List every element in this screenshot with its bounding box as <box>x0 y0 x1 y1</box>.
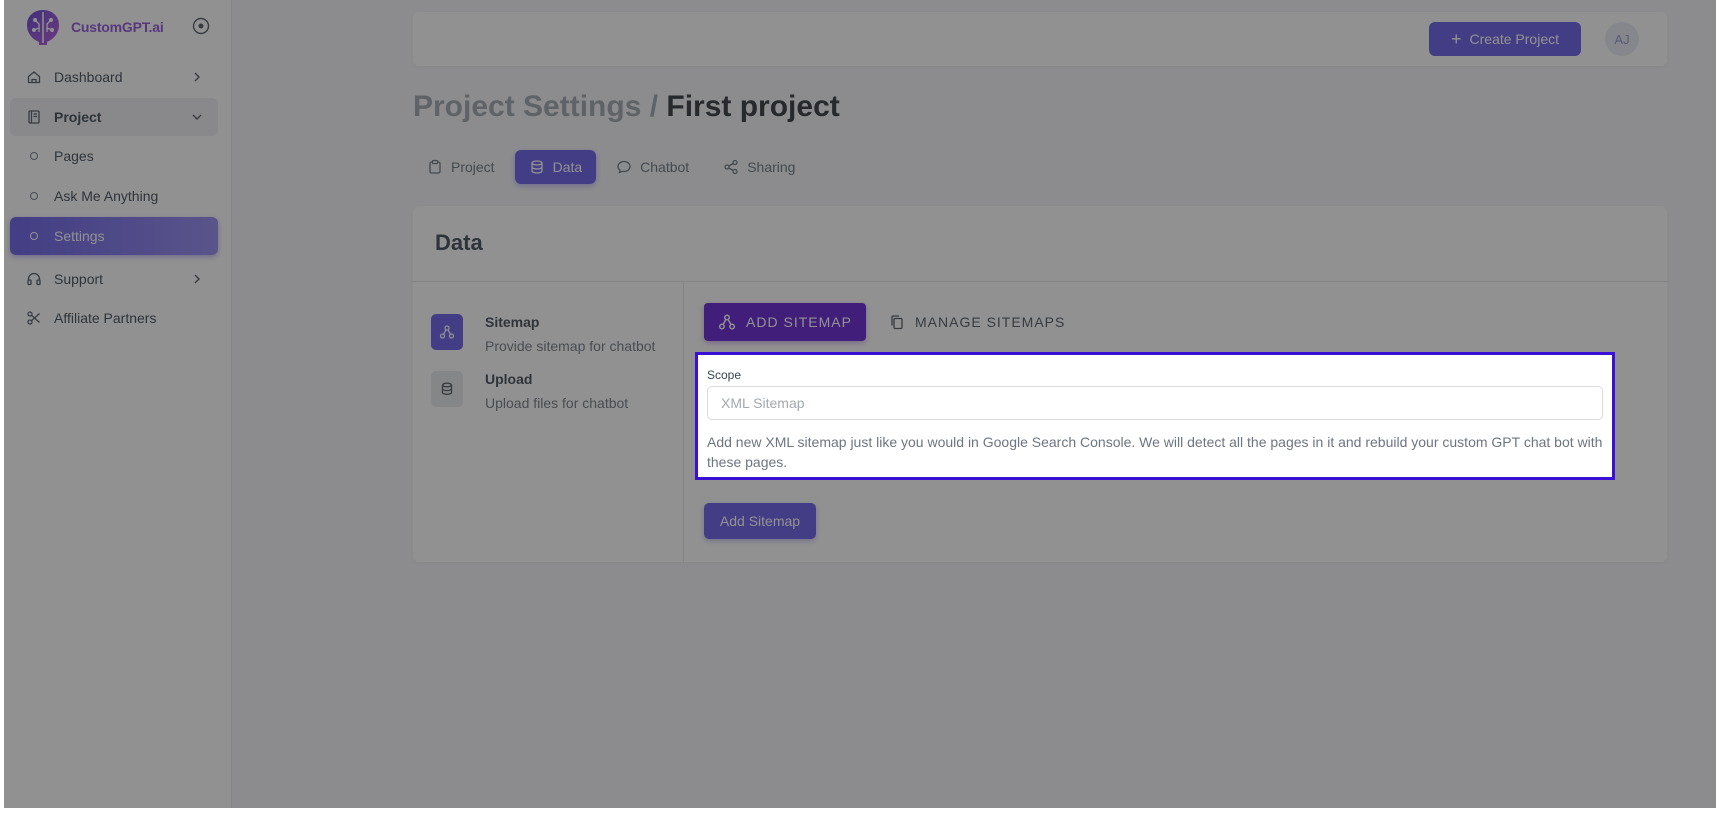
create-project-label: Create Project <box>1469 31 1559 47</box>
database-icon <box>530 160 543 174</box>
page-title: Project Settings / First project <box>413 90 840 124</box>
tab-chatbot[interactable]: Chatbot <box>602 150 703 184</box>
top-navbar: + Create Project AJ <box>413 12 1667 66</box>
option-upload[interactable]: Upload Upload files for chatbot <box>431 371 628 411</box>
sidebar-item-label: Support <box>54 271 104 287</box>
add-sitemap-tab[interactable]: ADD SITEMAP <box>704 303 866 341</box>
option-description: Upload files for chatbot <box>485 395 629 411</box>
sidebar-item-pages[interactable]: Pages <box>10 137 218 175</box>
tab-label: Project <box>451 159 495 175</box>
sidebar-item-label: Settings <box>54 228 105 244</box>
tab-data[interactable]: Data <box>514 150 597 184</box>
sitemap-icon <box>719 314 736 330</box>
sidebar-item-affiliate-partners[interactable]: Affiliate Partners <box>10 299 218 337</box>
app-window: CustomGPT.ai Dashboard Project Pages Ask… <box>4 0 1716 808</box>
headset-icon <box>26 271 42 287</box>
plus-icon: + <box>1451 29 1462 49</box>
option-title: Upload <box>485 371 533 387</box>
sidebar-item-label: Affiliate Partners <box>54 310 157 326</box>
chevron-right-icon <box>194 72 200 82</box>
sidebar-item-label: Ask Me Anything <box>54 188 159 204</box>
sidebar-item-settings[interactable]: Settings <box>10 217 218 255</box>
brain-logo-icon <box>27 10 59 45</box>
manage-sitemaps-tab[interactable]: MANAGE SITEMAPS <box>889 303 1065 341</box>
settings-tabs: Project Data Chatbot Sharing <box>413 150 809 184</box>
tab-label: Data <box>552 159 583 175</box>
scope-label: Scope <box>707 368 742 382</box>
share-icon <box>724 159 738 175</box>
scope-field-highlight: Scope Add new XML sitemap just like you … <box>695 352 1615 480</box>
scope-help-text: Add new XML sitemap just like you would … <box>707 434 1603 470</box>
sidebar-item-dashboard[interactable]: Dashboard <box>10 58 218 96</box>
sidebar-item-label: Project <box>54 109 102 125</box>
option-sitemap[interactable]: Sitemap Provide sitemap for chatbot <box>431 314 655 354</box>
card-divider <box>413 281 1667 282</box>
highlight-layer: Scope Add new XML sitemap just like you … <box>4 0 1716 808</box>
option-title: Sitemap <box>485 314 540 330</box>
card-vertical-divider <box>683 282 684 562</box>
xml-sitemap-input[interactable] <box>707 386 1603 420</box>
circle-icon <box>30 192 38 200</box>
option-description: Provide sitemap for chatbot <box>485 338 656 354</box>
home-icon <box>26 69 42 85</box>
circle-icon <box>30 232 38 240</box>
card-title: Data <box>435 230 483 255</box>
sitemap-icon <box>431 314 463 350</box>
chat-bubble-icon <box>617 160 631 174</box>
sidebar-item-project[interactable]: Project <box>10 98 218 136</box>
tab-label: Sharing <box>747 159 796 175</box>
tab-project[interactable]: Project <box>413 150 509 184</box>
chevron-down-icon <box>192 114 202 120</box>
brand-logo[interactable]: CustomGPT.ai <box>22 6 164 48</box>
manage-sitemaps-tab-label: MANAGE SITEMAPS <box>915 314 1066 330</box>
sidebar-item-ask-me-anything[interactable]: Ask Me Anything <box>10 177 218 215</box>
breadcrumb-current: First project <box>666 90 840 123</box>
sidebar-item-label: Pages <box>54 148 94 164</box>
add-sitemap-tab-label: ADD SITEMAP <box>746 314 852 330</box>
brand-name: CustomGPT.ai <box>71 19 164 35</box>
sidebar: CustomGPT.ai Dashboard Project Pages Ask… <box>4 0 232 808</box>
breadcrumb-parent: Project Settings / <box>413 90 667 123</box>
scissors-icon <box>26 310 42 326</box>
book-icon <box>26 109 42 125</box>
tab-sharing[interactable]: Sharing <box>709 150 809 184</box>
circle-icon <box>30 152 38 160</box>
sidebar-item-label: Dashboard <box>54 69 123 85</box>
sidebar-item-support[interactable]: Support <box>10 260 218 298</box>
chevron-right-icon <box>194 274 200 284</box>
clipboard-icon <box>429 159 441 174</box>
tab-label: Chatbot <box>640 159 690 175</box>
avatar[interactable]: AJ <box>1605 22 1639 56</box>
copy-icon <box>891 315 903 330</box>
sidebar-toggle-icon[interactable] <box>192 17 210 35</box>
database-upload-icon <box>431 371 463 407</box>
create-project-button[interactable]: + Create Project <box>1429 22 1581 56</box>
add-sitemap-button[interactable]: Add Sitemap <box>704 503 816 539</box>
